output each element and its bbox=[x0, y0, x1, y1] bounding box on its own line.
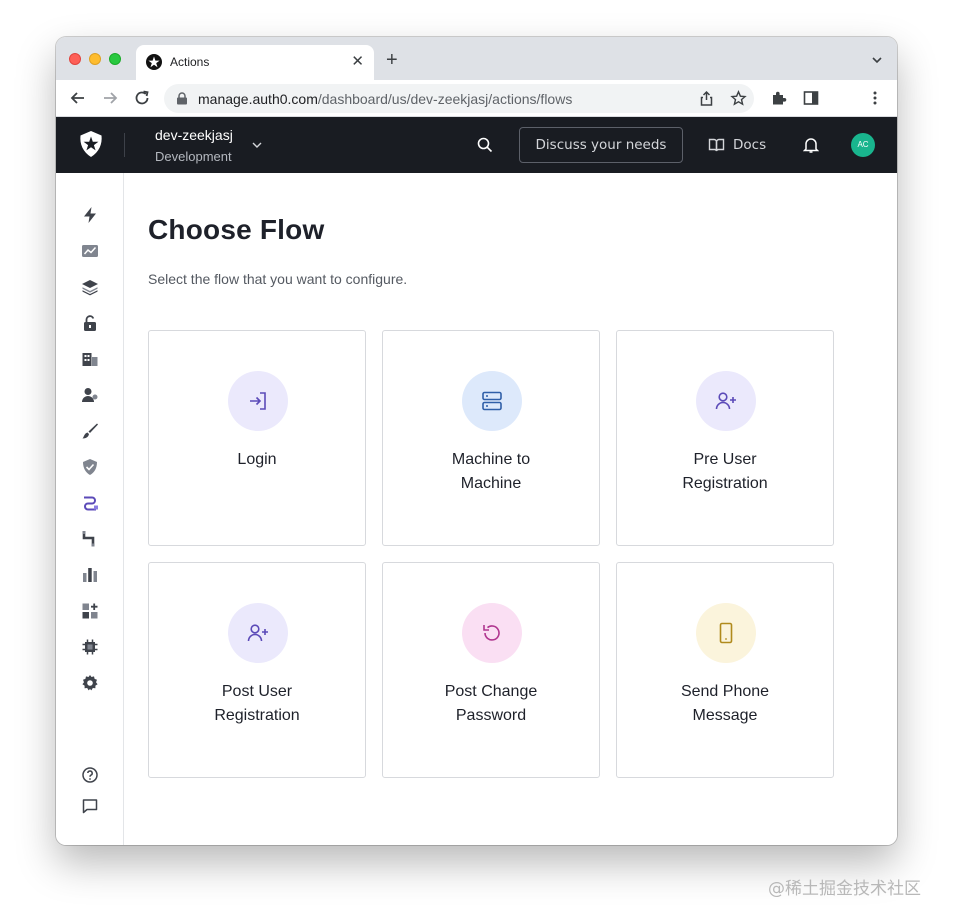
lock-icon bbox=[177, 92, 187, 105]
maximize-window-button[interactable] bbox=[109, 53, 121, 65]
actions-icon[interactable] bbox=[81, 494, 99, 512]
user-plus-icon bbox=[715, 392, 736, 410]
sidebar-nav bbox=[56, 173, 124, 845]
minimize-window-button[interactable] bbox=[89, 53, 101, 65]
monitoring-icon[interactable] bbox=[81, 566, 99, 584]
extensions-icon[interactable] bbox=[81, 638, 99, 656]
help-icon[interactable] bbox=[81, 766, 99, 784]
tab-title: Actions bbox=[170, 55, 210, 69]
server-icon bbox=[482, 391, 502, 411]
url-path: /dashboard/us/dev-zeekjasj/actions/flows bbox=[317, 91, 573, 107]
app-header: dev-zeekjasj Development Discuss your ne… bbox=[56, 117, 897, 173]
book-icon bbox=[708, 138, 725, 152]
card-label: Machine to Machine bbox=[451, 451, 531, 492]
docs-label: Docs bbox=[733, 137, 767, 153]
layers-icon[interactable] bbox=[81, 278, 99, 296]
auth0-favicon-icon bbox=[146, 54, 162, 70]
extensions-puzzle-icon[interactable] bbox=[770, 89, 788, 107]
tenant-name[interactable]: dev-zeekjasj bbox=[155, 127, 233, 143]
page-title: Choose Flow bbox=[148, 214, 325, 245]
user-avatar[interactable]: AC bbox=[851, 133, 875, 157]
more-menu-icon[interactable] bbox=[866, 89, 884, 107]
card-icon-circle bbox=[462, 603, 522, 663]
chevron-down-icon[interactable] bbox=[871, 54, 883, 66]
flow-card-machine-to-machine[interactable]: Machine to Machine bbox=[382, 330, 600, 546]
security-icon[interactable] bbox=[81, 458, 99, 476]
browser-toolbar: manage.auth0.com/dashboard/us/dev-zeekja… bbox=[56, 80, 897, 117]
rotate-icon bbox=[483, 625, 500, 641]
login-icon bbox=[250, 392, 266, 410]
new-tab-icon[interactable]: + bbox=[386, 50, 398, 70]
card-label: Pre User Registration bbox=[682, 451, 768, 492]
pipeline-icon[interactable] bbox=[81, 530, 99, 548]
card-label: Post User Registration bbox=[214, 683, 300, 724]
card-icon-circle bbox=[696, 371, 756, 431]
browser-window: Actions ✕ + manage.auth0.com/dashboard/u… bbox=[56, 37, 897, 845]
discuss-your-needs-button[interactable]: Discuss your needs bbox=[519, 127, 683, 163]
flow-card-pre-user-registration[interactable]: Pre User Registration bbox=[616, 330, 834, 546]
card-label: Send Phone Message bbox=[680, 683, 770, 724]
feedback-icon[interactable] bbox=[81, 797, 99, 815]
main-content: Choose Flow Select the flow that you wan… bbox=[125, 173, 897, 845]
close-window-button[interactable] bbox=[69, 53, 81, 65]
card-label: Login bbox=[237, 451, 277, 468]
side-panel-icon[interactable] bbox=[802, 89, 820, 107]
flow-card-login[interactable]: Login bbox=[148, 330, 366, 546]
bookmark-star-icon[interactable] bbox=[730, 90, 747, 107]
reload-icon[interactable] bbox=[133, 89, 151, 107]
tab-strip: Actions ✕ + bbox=[56, 37, 897, 80]
back-arrow-icon[interactable] bbox=[69, 89, 87, 107]
card-icon-circle bbox=[228, 603, 288, 663]
header-divider bbox=[124, 133, 125, 157]
card-icon-circle bbox=[228, 371, 288, 431]
lock-icon[interactable] bbox=[81, 314, 99, 332]
user-plus-icon bbox=[247, 624, 268, 642]
tab-close-icon[interactable]: ✕ bbox=[351, 53, 364, 71]
search-icon[interactable] bbox=[476, 136, 494, 154]
flow-card-post-change-password[interactable]: Post Change Password bbox=[382, 562, 600, 778]
browser-tab[interactable]: Actions ✕ bbox=[136, 45, 374, 80]
organizations-icon[interactable] bbox=[81, 350, 99, 368]
card-icon-circle bbox=[696, 603, 756, 663]
branding-icon[interactable] bbox=[81, 422, 99, 440]
flow-card-send-phone-message[interactable]: Send Phone Message bbox=[616, 562, 834, 778]
forward-arrow-icon[interactable] bbox=[101, 89, 119, 107]
card-label: Post Change Password bbox=[444, 683, 538, 724]
bolt-icon[interactable] bbox=[81, 206, 99, 224]
bell-icon[interactable] bbox=[803, 136, 819, 154]
marketplace-icon[interactable] bbox=[81, 602, 99, 620]
page-subtitle: Select the flow that you want to configu… bbox=[148, 271, 408, 287]
settings-icon[interactable] bbox=[81, 674, 99, 692]
activity-icon[interactable] bbox=[81, 242, 99, 260]
phone-icon bbox=[719, 622, 733, 644]
auth0-logo-icon[interactable] bbox=[78, 130, 104, 158]
share-icon[interactable] bbox=[698, 90, 715, 107]
tenant-environment[interactable]: Development bbox=[155, 149, 232, 164]
card-icon-circle bbox=[462, 371, 522, 431]
flow-card-post-user-registration[interactable]: Post User Registration bbox=[148, 562, 366, 778]
watermark-text: @稀土掘金技术社区 bbox=[768, 879, 921, 899]
chevron-down-icon[interactable] bbox=[251, 139, 263, 151]
user-management-icon[interactable] bbox=[81, 386, 99, 404]
url-text: manage.auth0.com/dashboard/us/dev-zeekja… bbox=[198, 91, 572, 107]
url-host: manage.auth0.com bbox=[198, 91, 318, 107]
address-bar[interactable]: manage.auth0.com/dashboard/us/dev-zeekja… bbox=[164, 84, 754, 113]
